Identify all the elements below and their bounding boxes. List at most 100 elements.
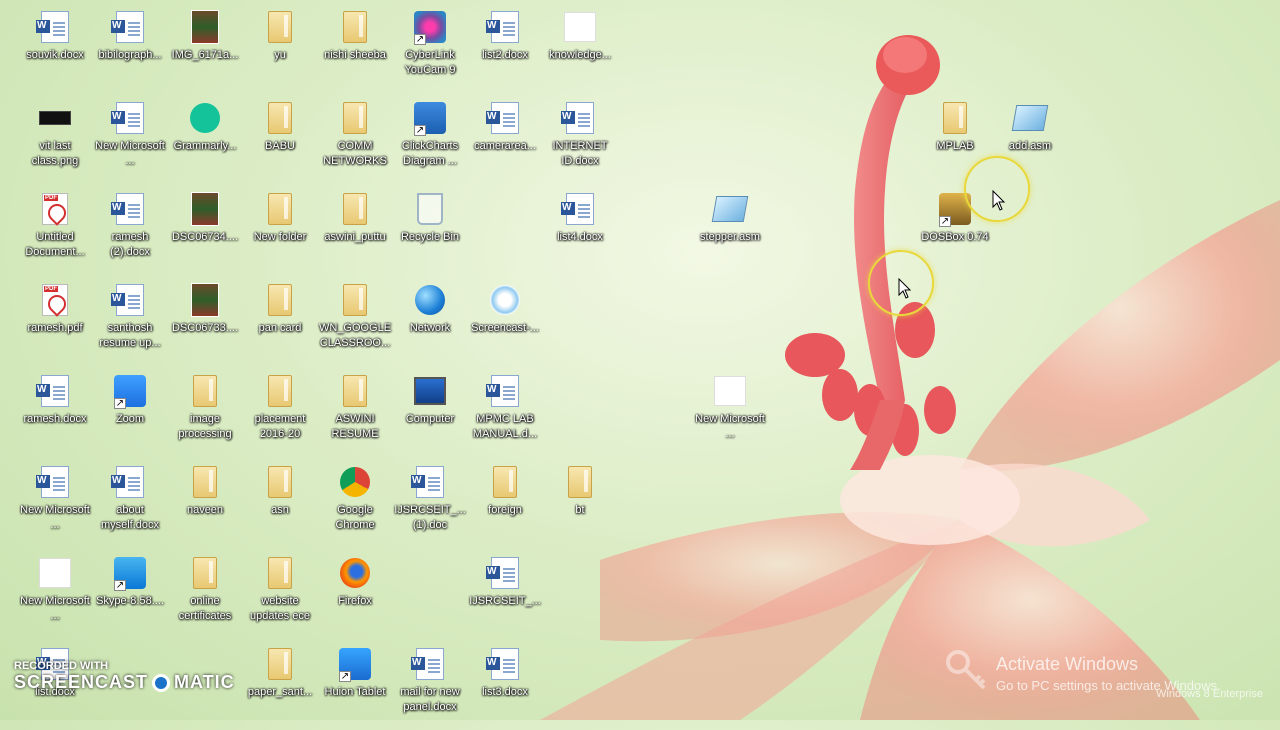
folder-icon bbox=[339, 102, 371, 134]
desktop-icon[interactable]: online certificates bbox=[167, 551, 243, 639]
desktop-icon[interactable]: New Microsoft ... bbox=[17, 460, 93, 548]
desktop-icon[interactable]: DSC06734.... bbox=[167, 187, 243, 275]
desktop-icon[interactable]: camerarea... bbox=[467, 96, 543, 184]
word-document-icon bbox=[486, 375, 521, 407]
recycle-bin-icon bbox=[414, 193, 446, 225]
desktop-icon[interactable]: INTERNET ID.docx bbox=[542, 96, 618, 184]
desktop-icon-label: MPMC LAB MANUAL.d... bbox=[472, 413, 538, 440]
desktop-icon[interactable]: IJSRCSEIT_... (1).doc bbox=[392, 460, 468, 548]
desktop[interactable]: souvik.docx bibilograph... IMG_6171a... yu n… bbox=[0, 0, 1280, 720]
desktop-icon[interactable]: foreign bbox=[467, 460, 543, 548]
desktop-icon[interactable]: ClickCharts Diagram ... bbox=[392, 96, 468, 184]
desktop-icon-label: ramesh.docx bbox=[23, 413, 87, 425]
desktop-icon[interactable]: Untitled Document... bbox=[17, 187, 93, 275]
folder-icon bbox=[939, 102, 971, 134]
pdf-icon bbox=[39, 284, 71, 316]
blank-file-icon bbox=[39, 557, 71, 589]
desktop-icon[interactable]: Grammarly... bbox=[167, 96, 243, 184]
desktop-icon[interactable]: bt bbox=[542, 460, 618, 548]
desktop-icon[interactable]: stepper.asm bbox=[692, 187, 768, 275]
desktop-icon[interactable]: souvik.docx bbox=[17, 5, 93, 93]
blank-file-icon bbox=[714, 375, 746, 407]
desktop-icon[interactable]: New Microsoft ... bbox=[92, 96, 168, 184]
folder-icon bbox=[339, 193, 371, 225]
desktop-icon[interactable]: asn bbox=[242, 460, 318, 548]
desktop-icon[interactable]: placement 2016-20 bbox=[242, 369, 318, 457]
asm-file-icon bbox=[711, 193, 749, 225]
desktop-icon[interactable]: ramesh (2).docx bbox=[92, 187, 168, 275]
desktop-icon[interactable]: BABU bbox=[242, 96, 318, 184]
desktop-icon[interactable]: website updates ece bbox=[242, 551, 318, 639]
word-document-icon bbox=[111, 11, 146, 43]
desktop-icon-label: placement 2016-20 bbox=[254, 413, 306, 440]
folder-icon bbox=[189, 466, 221, 498]
desktop-icon[interactable]: Network bbox=[392, 278, 468, 366]
desktop-icon[interactable]: mail for new panel.docx bbox=[392, 642, 468, 730]
desktop-icon-label: list2.docx bbox=[482, 49, 528, 61]
folder-icon bbox=[264, 193, 296, 225]
desktop-icon[interactable]: Huion Tablet bbox=[317, 642, 393, 730]
desktop-icon[interactable]: pan card bbox=[242, 278, 318, 366]
desktop-icon[interactable]: Screencast-... bbox=[467, 278, 543, 366]
desktop-icon[interactable]: bibilograph... bbox=[92, 5, 168, 93]
desktop-icon[interactable]: list4.docx bbox=[542, 187, 618, 275]
desktop-icon[interactable]: Recycle Bin bbox=[392, 187, 468, 275]
desktop-icon[interactable]: yu bbox=[242, 5, 318, 93]
watermark-line1: RECORDED WITH bbox=[14, 660, 109, 672]
desktop-icon-label: bibilograph... bbox=[98, 49, 162, 61]
desktop-icon-label: New folder bbox=[253, 231, 307, 243]
desktop-icon[interactable]: knowledge... bbox=[542, 5, 618, 93]
desktop-icon[interactable]: DSC06733.... bbox=[167, 278, 243, 366]
desktop-icon-label: New Microsoft ... bbox=[20, 504, 90, 531]
desktop-icon-label: Screencast-... bbox=[471, 322, 539, 334]
desktop-icon[interactable]: WN_GOOGLE CLASSROO... bbox=[317, 278, 393, 366]
desktop-icon-label: about myself.docx bbox=[100, 504, 160, 531]
app-shortcut-icon bbox=[114, 557, 146, 591]
word-document-icon bbox=[111, 284, 146, 316]
desktop-icon[interactable]: MPMC LAB MANUAL.d... bbox=[467, 369, 543, 457]
desktop-icon[interactable]: Zoom bbox=[92, 369, 168, 457]
desktop-icon[interactable]: Computer bbox=[392, 369, 468, 457]
desktop-icon[interactable]: New Microsoft ... bbox=[692, 369, 768, 457]
desktop-icon[interactable]: Firefox bbox=[317, 551, 393, 639]
desktop-icon[interactable]: santhosh resume up... bbox=[92, 278, 168, 366]
desktop-icon[interactable]: about myself.docx bbox=[92, 460, 168, 548]
desktop-icon[interactable]: list3.docx bbox=[467, 642, 543, 730]
desktop-icon[interactable]: paper_sant... bbox=[242, 642, 318, 730]
word-document-icon bbox=[36, 11, 71, 43]
desktop-icon-label: paper_sant... bbox=[247, 686, 313, 698]
desktop-icon[interactable]: IJSRCSEIT_... bbox=[467, 551, 543, 639]
desktop-icon[interactable]: image processing bbox=[167, 369, 243, 457]
desktop-icon[interactable]: ramesh.pdf bbox=[17, 278, 93, 366]
watermark-brand-a: SCREENCAST bbox=[14, 672, 149, 692]
desktop-icon[interactable]: ramesh.docx bbox=[17, 369, 93, 457]
desktop-icon[interactable]: ASWINI RESUME bbox=[317, 369, 393, 457]
desktop-icon[interactable]: vit last class.png bbox=[17, 96, 93, 184]
app-shortcut-icon bbox=[339, 648, 371, 682]
desktop-icon-label: santhosh resume up... bbox=[99, 322, 161, 349]
desktop-icon[interactable]: New folder bbox=[242, 187, 318, 275]
activate-title: Activate Windows bbox=[996, 654, 1139, 674]
desktop-icon[interactable]: Skype-8.58.... bbox=[92, 551, 168, 639]
folder-icon bbox=[264, 284, 296, 316]
desktop-icon-label: New Microsoft ... bbox=[20, 595, 90, 622]
desktop-icon[interactable]: IMG_6171a... bbox=[167, 5, 243, 93]
desktop-icon-label: ramesh.pdf bbox=[27, 322, 83, 334]
folder-icon bbox=[264, 375, 296, 407]
app-shortcut-icon bbox=[189, 102, 221, 134]
desktop-icon[interactable]: COMM NETWORKS bbox=[317, 96, 393, 184]
computer-icon bbox=[414, 375, 446, 407]
folder-icon bbox=[264, 648, 296, 680]
desktop-icon-label: mail for new panel.docx bbox=[400, 686, 460, 713]
desktop-icon[interactable]: CyberLink YouCam 9 bbox=[392, 5, 468, 93]
desktop-icon[interactable]: aswini_puttu bbox=[317, 187, 393, 275]
desktop-icon-label: Computer bbox=[405, 413, 455, 425]
desktop-icon[interactable]: list2.docx bbox=[467, 5, 543, 93]
desktop-icon[interactable]: Google Chrome bbox=[317, 460, 393, 548]
desktop-icon[interactable]: nishi sheeba bbox=[317, 5, 393, 93]
desktop-icon[interactable]: naveen bbox=[167, 460, 243, 548]
desktop-icon-label: knowledge... bbox=[549, 49, 611, 61]
desktop-icon-label: Huion Tablet bbox=[324, 686, 386, 698]
desktop-icon-label: bt bbox=[575, 504, 585, 516]
desktop-icon[interactable]: New Microsoft ... bbox=[17, 551, 93, 639]
